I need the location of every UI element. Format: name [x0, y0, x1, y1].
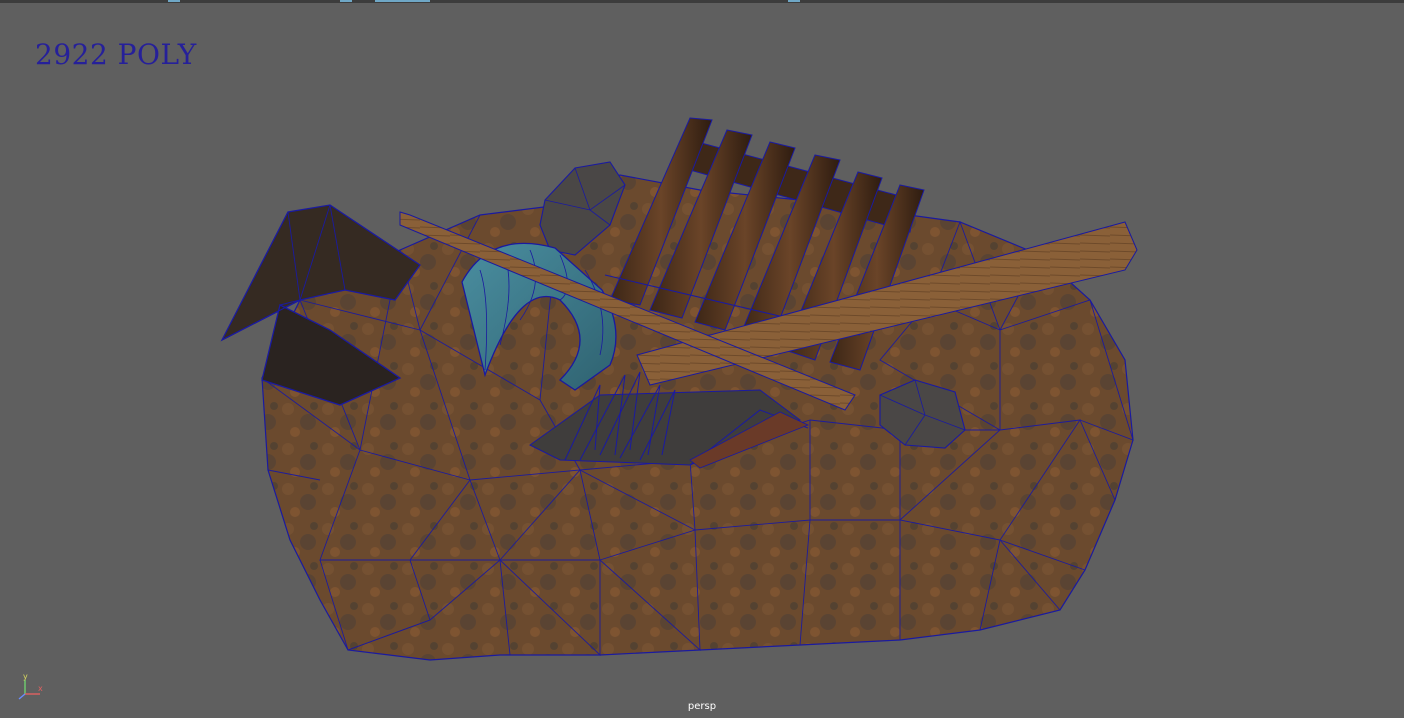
axis-x-label: x — [38, 684, 43, 693]
axis-y-label: y — [23, 672, 28, 681]
axis-gizmo-icon: y x — [16, 672, 50, 702]
poly-count-label: 2922 POLY — [35, 38, 197, 71]
camera-name-label: persp — [687, 701, 717, 712]
model-scene[interactable] — [0, 0, 1404, 718]
